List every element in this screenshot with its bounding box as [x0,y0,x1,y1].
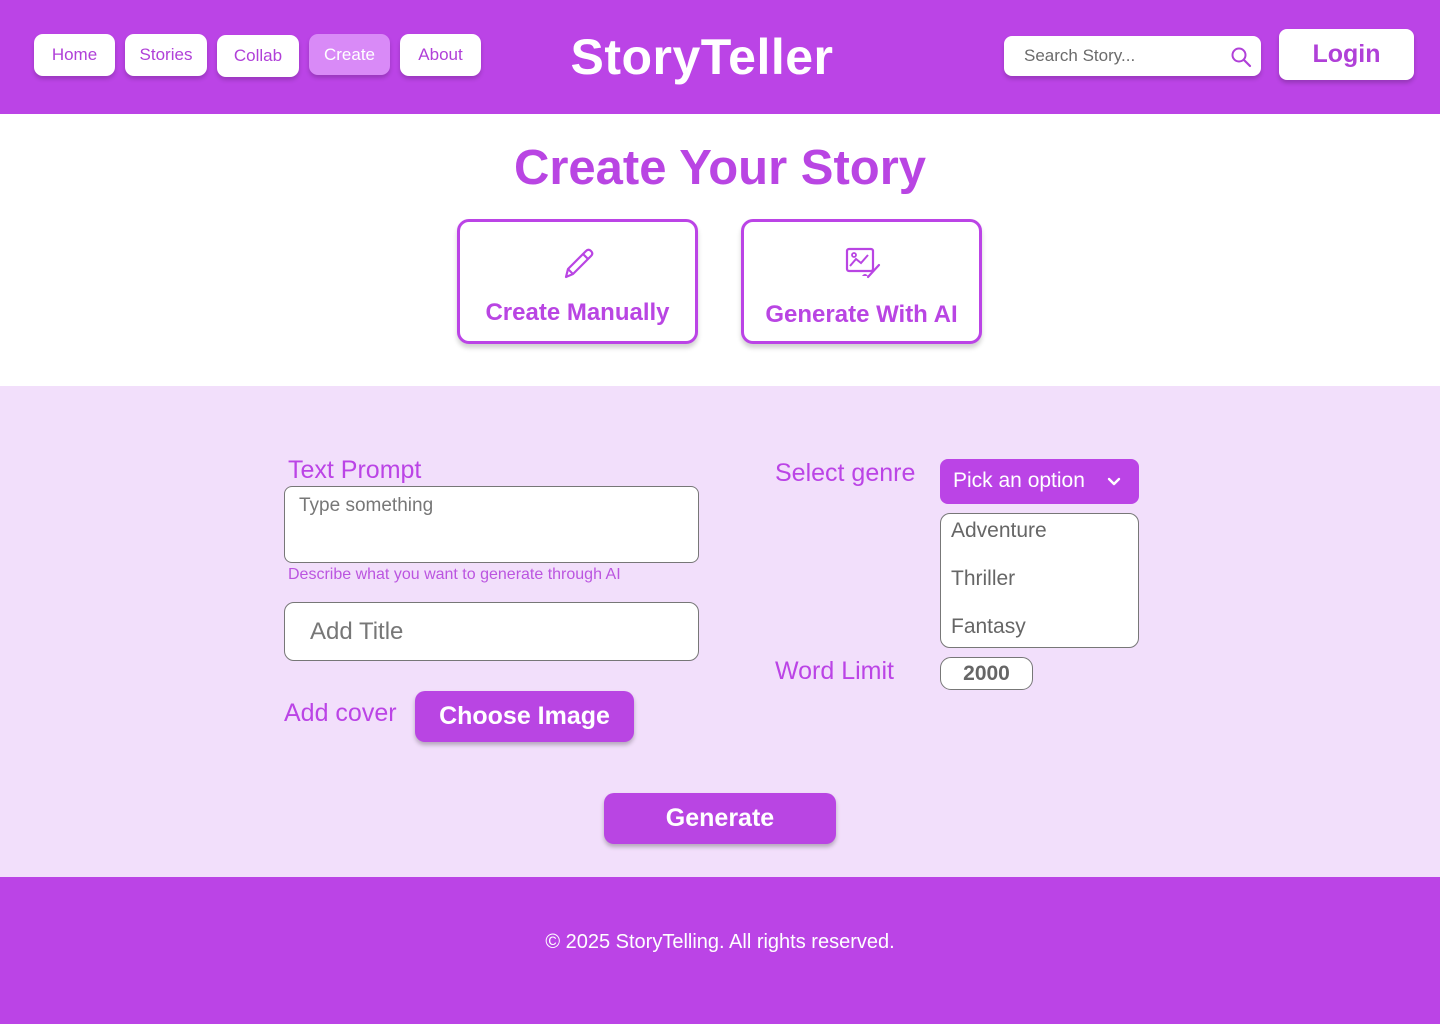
create-manually-card[interactable]: Create Manually [457,219,698,344]
login-button[interactable]: Login [1279,29,1414,80]
add-cover-label: Add cover [284,699,397,727]
genre-option-thriller[interactable]: Thriller [951,567,1015,591]
generate-with-ai-card[interactable]: Generate With AI [741,219,982,344]
ai-image-icon [845,247,880,279]
pencil-icon [564,248,593,279]
word-limit-label: Word Limit [775,657,895,685]
genre-select[interactable]: Pick an option [940,459,1139,504]
text-prompt-input[interactable] [285,487,698,562]
select-genre-label: Select genre [775,459,916,487]
search-box [1004,36,1261,76]
title-box [284,602,699,661]
generate-with-ai-label: Generate With AI [765,301,958,328]
header-bar: Home Stories Collab Create About StoryTe… [0,0,1440,114]
search-icon[interactable] [1229,45,1253,69]
title-input[interactable] [285,603,698,660]
chevron-down-icon [1107,477,1121,486]
generate-button[interactable]: Generate [604,793,836,844]
text-prompt-box [284,486,699,563]
text-prompt-helper: Describe what you want to generate throu… [288,566,621,583]
genre-select-value: Pick an option [953,469,1085,492]
search-input[interactable] [1004,36,1214,76]
choose-image-button[interactable]: Choose Image [415,691,634,742]
footer: © 2025 StoryTelling. All rights reserved… [0,877,1440,1024]
text-prompt-label: Text Prompt [288,456,422,484]
genre-option-adventure[interactable]: Adventure [951,519,1047,543]
word-limit-input[interactable]: 2000 [940,657,1033,690]
create-manually-label: Create Manually [485,299,670,326]
genre-options-list: Adventure Thriller Fantasy [940,513,1139,648]
page-title: Create Your Story [513,141,927,195]
footer-copyright: © 2025 StoryTelling. All rights reserved… [545,931,895,953]
genre-option-fantasy[interactable]: Fantasy [951,615,1026,639]
